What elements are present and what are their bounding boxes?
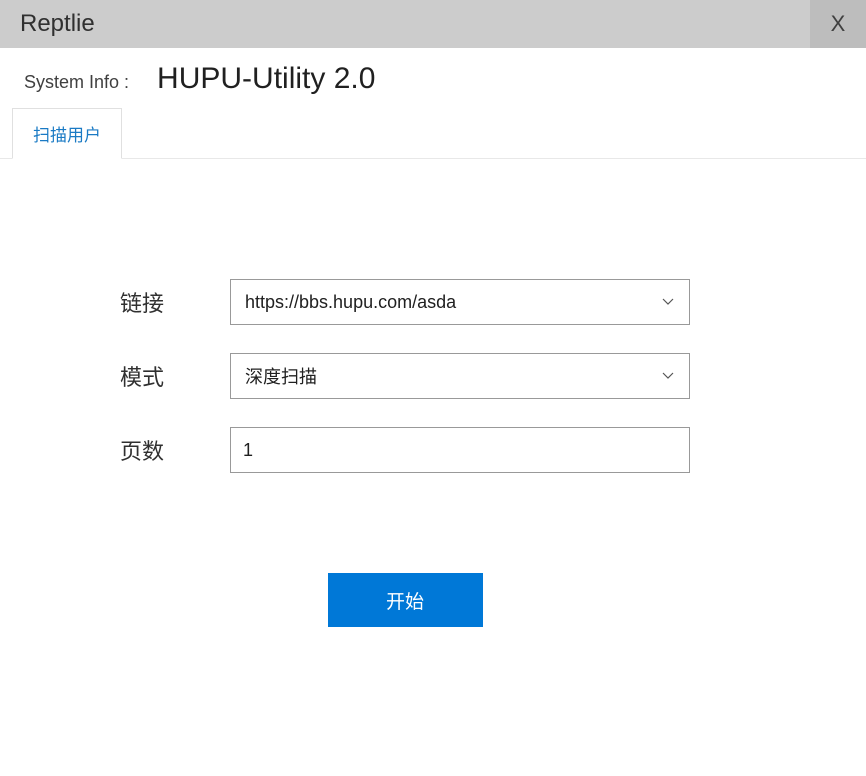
pages-input[interactable] — [230, 427, 690, 473]
form-row-mode: 模式 深度扫描 — [120, 353, 866, 399]
form-row-link: 链接 https://bbs.hupu.com/asda — [120, 279, 866, 325]
pages-label: 页数 — [120, 434, 230, 466]
form-area: 链接 https://bbs.hupu.com/asda 模式 深度扫描 页数 … — [0, 159, 866, 627]
chevron-down-icon — [661, 369, 675, 383]
link-dropdown-text: https://bbs.hupu.com/asda — [245, 292, 456, 313]
tab-label: 扫描用户 — [33, 126, 101, 145]
window-title: Reptlie — [20, 10, 95, 38]
start-button[interactable]: 开始 — [328, 573, 483, 627]
close-button[interactable]: X — [810, 0, 866, 48]
tab-scan-users[interactable]: 扫描用户 — [12, 108, 122, 159]
link-dropdown[interactable]: https://bbs.hupu.com/asda — [230, 279, 690, 325]
system-info-row: System Info : HUPU-Utility 2.0 — [0, 48, 866, 108]
titlebar: Reptlie X — [0, 0, 866, 48]
mode-label: 模式 — [120, 360, 230, 392]
button-row: 开始 — [120, 573, 690, 627]
system-info-value: HUPU-Utility 2.0 — [157, 62, 375, 96]
chevron-down-icon — [661, 295, 675, 309]
start-button-label: 开始 — [386, 587, 424, 614]
link-label: 链接 — [120, 286, 230, 318]
mode-dropdown-text: 深度扫描 — [245, 363, 317, 389]
mode-dropdown[interactable]: 深度扫描 — [230, 353, 690, 399]
tabs: 扫描用户 — [0, 108, 866, 159]
close-icon: X — [831, 11, 846, 37]
form-row-pages: 页数 — [120, 427, 866, 473]
system-info-label: System Info : — [24, 72, 129, 93]
